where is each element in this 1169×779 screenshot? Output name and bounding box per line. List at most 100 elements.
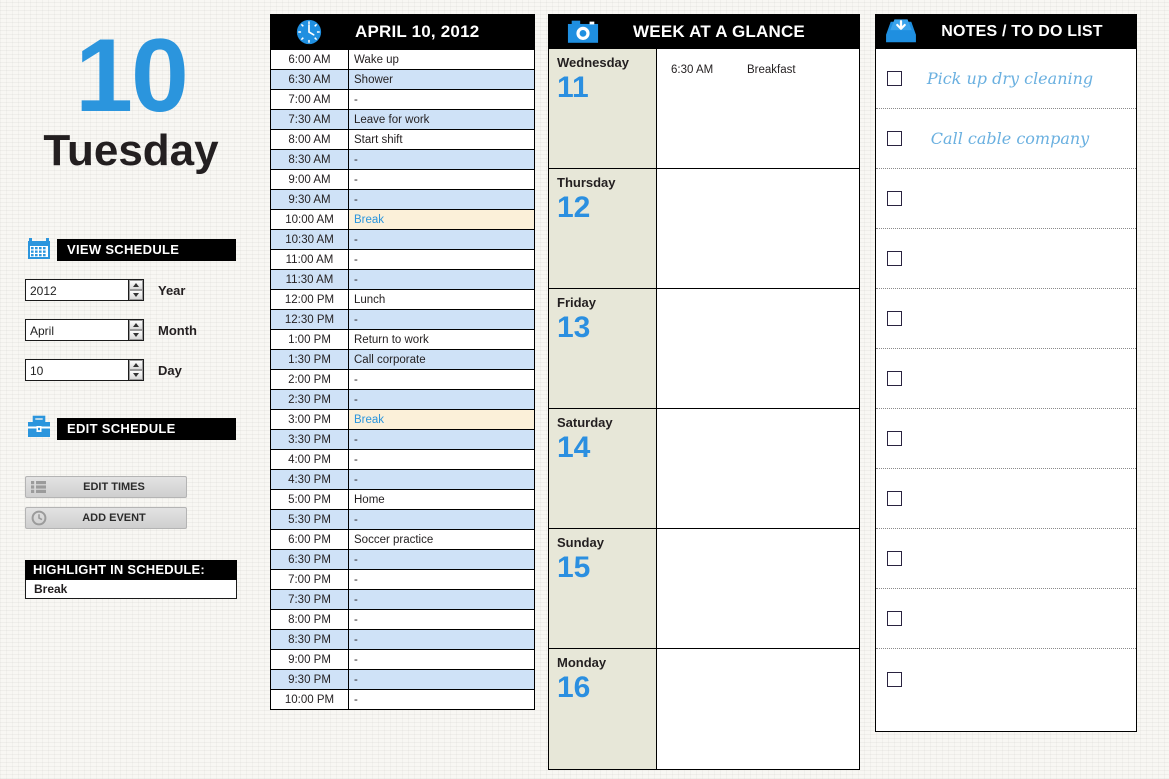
note-checkbox[interactable]: [887, 611, 902, 626]
year-input[interactable]: 2012: [25, 279, 129, 301]
schedule-row-event[interactable]: Soccer practice: [348, 529, 535, 550]
schedule-row-event[interactable]: -: [348, 509, 535, 530]
week-day-block[interactable]: Monday 16: [549, 649, 859, 769]
note-row[interactable]: [876, 469, 1136, 529]
schedule-row-event[interactable]: -: [348, 429, 535, 450]
note-text[interactable]: Pick up dry cleaning: [902, 69, 1136, 88]
week-day-events[interactable]: [657, 649, 859, 769]
note-checkbox[interactable]: [887, 431, 902, 446]
week-day-block[interactable]: Sunday 15: [549, 529, 859, 649]
schedule-row-event[interactable]: Wake up: [348, 49, 535, 70]
schedule-row-time: 10:00 PM: [270, 689, 349, 710]
note-checkbox[interactable]: [887, 131, 902, 146]
week-day-block[interactable]: Saturday 14: [549, 409, 859, 529]
note-checkbox[interactable]: [887, 191, 902, 206]
note-row[interactable]: [876, 289, 1136, 349]
day-input[interactable]: 10: [25, 359, 129, 381]
month-stepper[interactable]: [129, 319, 144, 341]
note-checkbox[interactable]: [887, 671, 902, 687]
schedule-row-event[interactable]: -: [348, 589, 535, 610]
note-checkbox[interactable]: [887, 311, 902, 326]
schedule-row-event[interactable]: -: [348, 629, 535, 650]
schedule-row-event[interactable]: -: [348, 309, 535, 330]
schedule-row-event[interactable]: Home: [348, 489, 535, 510]
schedule-row-time: 11:30 AM: [270, 269, 349, 290]
schedule-row: 9:30 PM -: [270, 669, 535, 690]
schedule-row-time: 9:30 AM: [270, 189, 349, 210]
schedule-row-event[interactable]: Break: [348, 209, 535, 230]
schedule-row-event[interactable]: -: [348, 469, 535, 490]
schedule-row-event[interactable]: -: [348, 169, 535, 190]
schedule-row-time: 6:00 PM: [270, 529, 349, 550]
day-stepper[interactable]: [129, 359, 144, 381]
note-checkbox[interactable]: [887, 71, 902, 86]
schedule-row-event[interactable]: -: [348, 689, 535, 710]
year-stepper[interactable]: [129, 279, 144, 301]
add-event-button[interactable]: ADD EVENT: [25, 507, 187, 529]
week-day-events[interactable]: [657, 169, 859, 288]
schedule-row-event[interactable]: Return to work: [348, 329, 535, 350]
week-event-time: 6:30 AM: [671, 64, 714, 76]
week-day-block[interactable]: Wednesday 11 6:30 AM Breakfast: [549, 49, 859, 169]
schedule-header: APRIL 10, 2012: [270, 14, 535, 49]
week-day-block[interactable]: Thursday 12: [549, 169, 859, 289]
highlight-input[interactable]: Break: [25, 580, 237, 599]
schedule-row-event[interactable]: Break: [348, 409, 535, 430]
schedule-row-event[interactable]: -: [348, 549, 535, 570]
day-stepper-down[interactable]: [129, 370, 143, 380]
schedule-row-event[interactable]: Start shift: [348, 129, 535, 150]
schedule-row-event[interactable]: -: [348, 649, 535, 670]
note-row[interactable]: [876, 649, 1136, 709]
month-stepper-up[interactable]: [129, 320, 143, 330]
week-day-events[interactable]: [657, 409, 859, 528]
camera-icon: [548, 18, 618, 45]
edit-times-button[interactable]: EDIT TIMES: [25, 476, 187, 498]
month-stepper-down[interactable]: [129, 330, 143, 340]
note-row[interactable]: Call cable company: [876, 109, 1136, 169]
schedule-row-event[interactable]: -: [348, 569, 535, 590]
schedule-row: 8:30 AM -: [270, 149, 535, 170]
schedule-row-event[interactable]: -: [348, 449, 535, 470]
month-field-row: April Month: [25, 319, 197, 341]
schedule-row-event[interactable]: Lunch: [348, 289, 535, 310]
schedule-row: 10:30 AM -: [270, 229, 535, 250]
schedule-row-event[interactable]: -: [348, 229, 535, 250]
year-stepper-down[interactable]: [129, 290, 143, 300]
schedule-row-event[interactable]: -: [348, 669, 535, 690]
week-day-name: Thursday: [557, 175, 616, 190]
schedule-row-event[interactable]: Call corporate: [348, 349, 535, 370]
schedule-row-event[interactable]: -: [348, 249, 535, 270]
week-day-block[interactable]: Friday 13: [549, 289, 859, 409]
note-row[interactable]: [876, 529, 1136, 589]
month-input[interactable]: April: [25, 319, 129, 341]
schedule-row-event[interactable]: -: [348, 149, 535, 170]
schedule-row-event[interactable]: -: [348, 89, 535, 110]
schedule-row-event[interactable]: Leave for work: [348, 109, 535, 130]
schedule-row-event[interactable]: -: [348, 269, 535, 290]
schedule-row-event[interactable]: Shower: [348, 69, 535, 90]
schedule-row: 2:00 PM -: [270, 369, 535, 390]
note-checkbox[interactable]: [887, 251, 902, 266]
day-stepper-up[interactable]: [129, 360, 143, 370]
schedule-row: 7:00 PM -: [270, 569, 535, 590]
note-row[interactable]: [876, 229, 1136, 289]
schedule-row: 8:00 AM Start shift: [270, 129, 535, 150]
schedule-row-event[interactable]: -: [348, 389, 535, 410]
note-row[interactable]: [876, 589, 1136, 649]
year-stepper-up[interactable]: [129, 280, 143, 290]
note-text[interactable]: Call cable company: [902, 129, 1136, 148]
note-row[interactable]: Pick up dry cleaning: [876, 49, 1136, 109]
schedule-row-event[interactable]: -: [348, 369, 535, 390]
week-day-events[interactable]: 6:30 AM Breakfast: [657, 49, 859, 168]
week-day-events[interactable]: [657, 289, 859, 408]
note-checkbox[interactable]: [887, 371, 902, 386]
note-checkbox[interactable]: [887, 491, 902, 506]
note-row[interactable]: [876, 349, 1136, 409]
schedule-row-event[interactable]: -: [348, 189, 535, 210]
schedule-row-time: 8:00 PM: [270, 609, 349, 630]
schedule-row-event[interactable]: -: [348, 609, 535, 630]
note-checkbox[interactable]: [887, 551, 902, 566]
week-day-events[interactable]: [657, 529, 859, 648]
note-row[interactable]: [876, 409, 1136, 469]
note-row[interactable]: [876, 169, 1136, 229]
